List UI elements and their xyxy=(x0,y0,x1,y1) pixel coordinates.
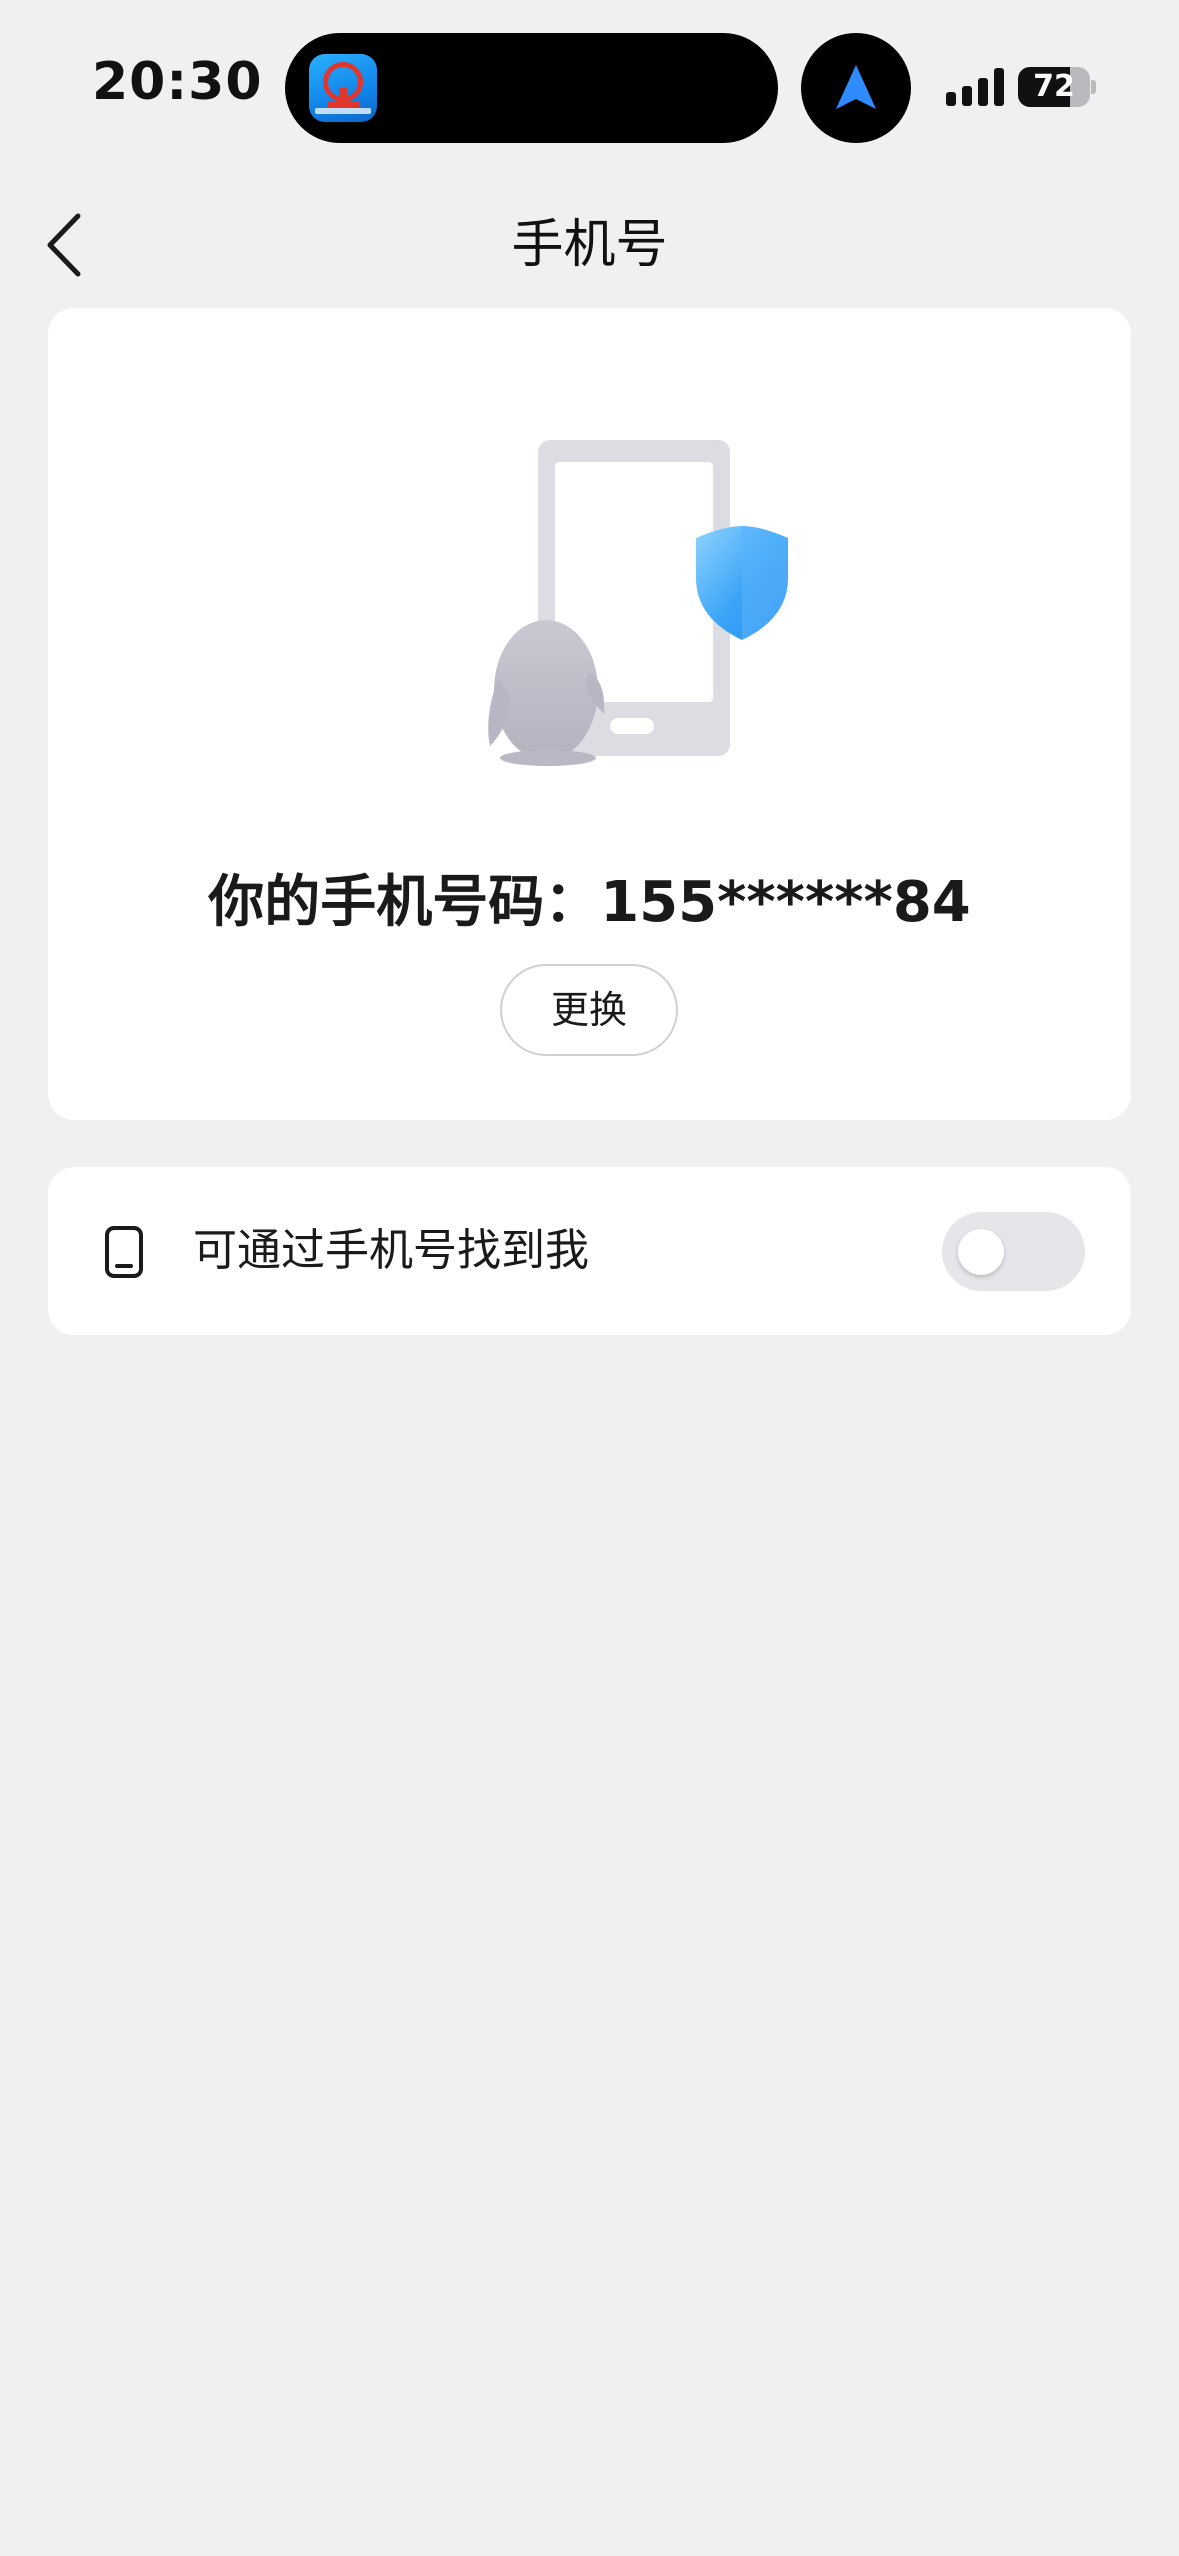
phone-home-button-shape xyxy=(610,718,654,734)
battery-tip xyxy=(1091,80,1096,94)
page-title: 手机号 xyxy=(511,215,668,275)
phone-security-illustration xyxy=(428,428,798,768)
find-by-phone-toggle[interactable] xyxy=(942,1212,1085,1291)
toggle-knob xyxy=(958,1229,1004,1275)
phone-number-text: 你的手机号码：155******84 xyxy=(208,870,971,935)
navigation-activity[interactable] xyxy=(801,33,911,143)
railway-app-icon[interactable] xyxy=(309,54,377,122)
battery-icon: 72 xyxy=(1018,67,1090,107)
status-time: 20:30 xyxy=(92,52,263,112)
change-phone-button[interactable]: 更换 xyxy=(500,964,678,1056)
navigation-arrow-icon xyxy=(836,65,876,109)
find-by-phone-label: 可通过手机号找到我 xyxy=(193,1225,589,1276)
status-bar: 20:30 72 xyxy=(0,0,1179,170)
battery-percent: 72 xyxy=(1033,69,1075,104)
cellular-signal-icon xyxy=(946,68,1004,106)
phone-number-card: 你的手机号码：155******84 更换 xyxy=(48,308,1131,1120)
find-by-phone-row: 可通过手机号找到我 xyxy=(48,1167,1131,1335)
mobile-phone-icon xyxy=(105,1226,143,1278)
dynamic-island[interactable] xyxy=(285,33,778,143)
